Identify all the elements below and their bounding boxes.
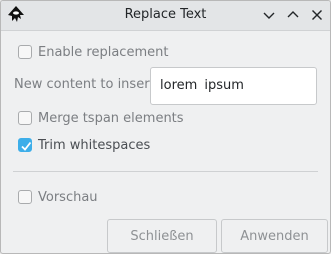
minimize-icon[interactable]	[261, 7, 277, 23]
checkbox-box[interactable]	[18, 111, 32, 125]
merge-tspan-checkbox[interactable]: Merge tspan elements	[18, 109, 184, 127]
preview-label: Vorschau	[38, 189, 98, 205]
close-icon[interactable]	[309, 7, 325, 23]
enable-replacement-label: Enable replacement	[38, 44, 169, 60]
checkbox-box[interactable]	[18, 138, 32, 152]
window-title: Replace Text	[124, 7, 207, 22]
apply-button[interactable]: Anwenden	[221, 219, 328, 253]
trim-whitespaces-checkbox[interactable]: Trim whitespaces	[18, 136, 150, 154]
separator	[13, 171, 318, 172]
close-button[interactable]: Schließen	[107, 219, 217, 253]
checkbox-box[interactable]	[18, 45, 32, 59]
new-content-label: New content to insert	[14, 77, 155, 92]
merge-tspan-label: Merge tspan elements	[38, 110, 184, 126]
preview-checkbox[interactable]: Vorschau	[18, 188, 98, 206]
new-content-input[interactable]: lorem ipsum	[150, 67, 317, 105]
enable-replacement-checkbox[interactable]: Enable replacement	[18, 43, 168, 61]
replace-text-dialog: Replace Text Enable replacement New cont…	[0, 0, 331, 254]
checkbox-box[interactable]	[18, 190, 32, 204]
title-bar[interactable]: Replace Text	[1, 1, 330, 31]
maximize-icon[interactable]	[285, 7, 301, 23]
check-icon	[21, 141, 32, 151]
trim-whitespaces-label: Trim whitespaces	[38, 137, 151, 153]
